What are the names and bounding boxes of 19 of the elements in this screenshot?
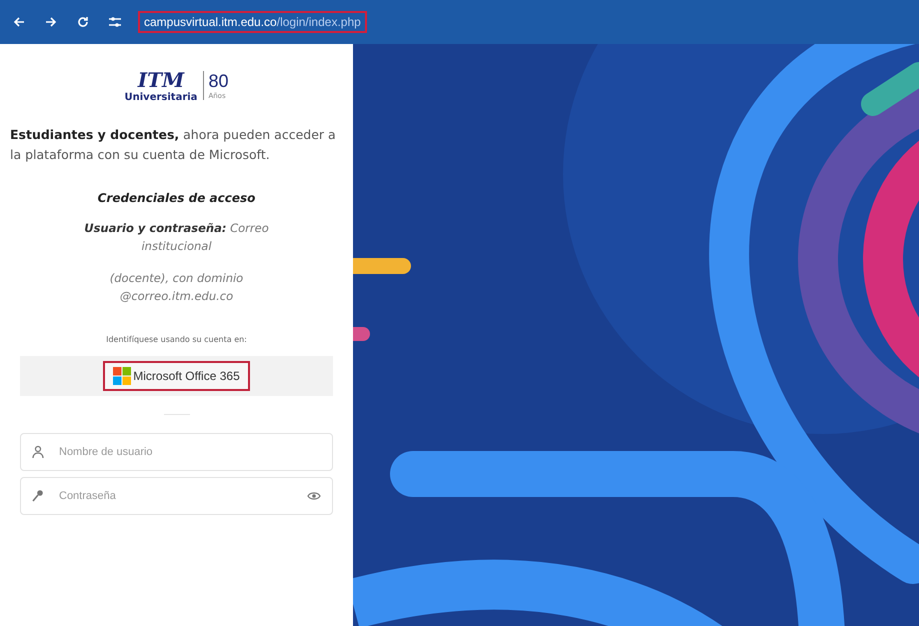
password-field[interactable]: Contraseña [20,477,333,515]
anniversary-number: 80 [208,71,228,92]
key-icon [32,489,44,503]
credentials-text: (docente), con dominio @correo.itm.edu.co [108,270,244,305]
logo-name: Universitaria [124,92,198,103]
right-arrow-icon [45,16,57,28]
microsoft-login-button[interactable]: Microsoft Office 365 [103,361,250,391]
credentials-text: Usuario y contraseña: Correo institucional [83,220,270,255]
logo-mark: ITM [138,68,184,92]
left-arrow-icon [13,16,25,28]
user-icon [32,445,44,459]
address-bar[interactable]: campusvirtual.itm.edu.co/login/index.php [138,11,367,33]
sliders-icon [108,16,122,28]
intro-text: Estudiantes y docentes, ahora pueden acceder a la plataforma con su cuenta de Microsoft. [10,126,337,164]
credentials-title: Credenciales de acceso [98,191,256,205]
identify-label: Identifíquese usando su cuenta en: [106,335,247,344]
username-field[interactable]: Nombre de usuario [20,433,333,471]
reload-icon [77,16,89,28]
windows-logo-icon [113,367,132,385]
